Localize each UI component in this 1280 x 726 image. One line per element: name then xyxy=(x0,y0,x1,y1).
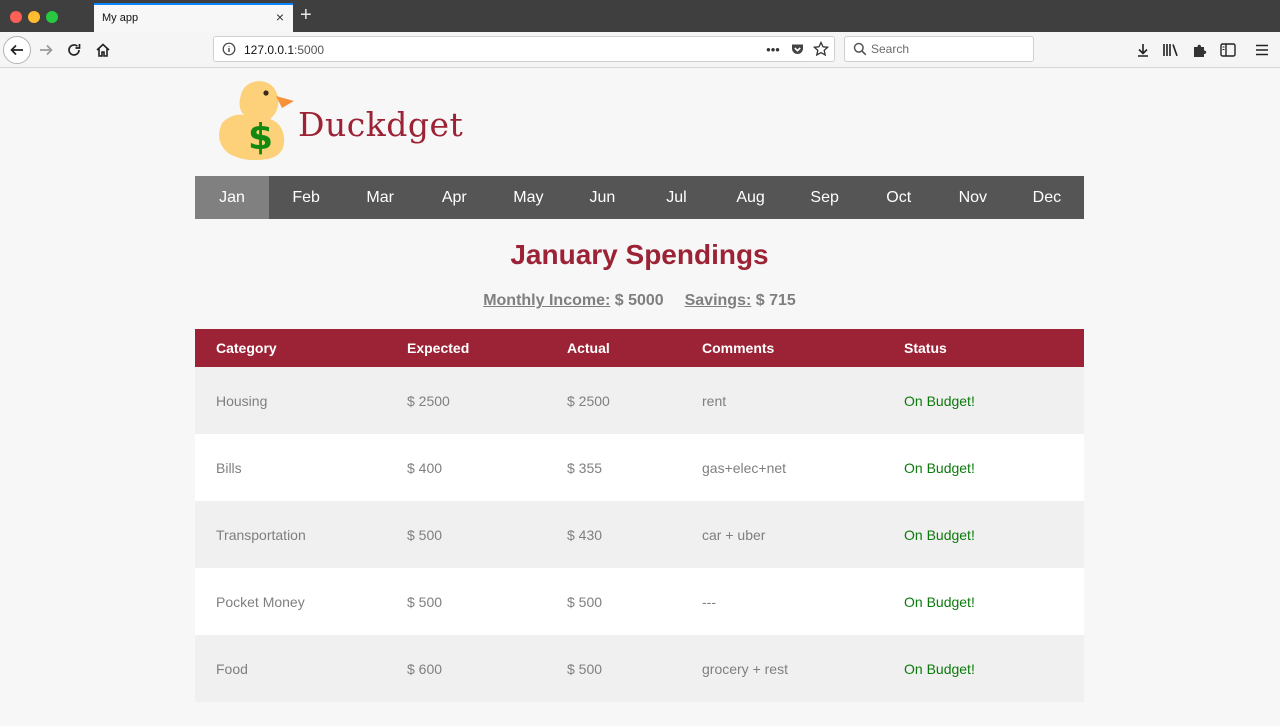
monthly-income-link[interactable]: Monthly Income: xyxy=(483,292,610,309)
expected-cell: $ 400 xyxy=(407,459,443,476)
month-tab-sep[interactable]: Sep xyxy=(788,176,862,219)
table-row: Food $ 600 $ 500 grocery + rest On Budget! xyxy=(195,635,1084,702)
extensions-button[interactable] xyxy=(1189,39,1211,61)
actual-cell: $ 355 xyxy=(567,459,603,476)
savings-value: $ 715 xyxy=(755,292,796,309)
url-port: :5000 xyxy=(294,43,325,57)
address-bar[interactable]: 127.0.0.1:5000 ••• xyxy=(213,36,835,62)
page-title: January Spendings xyxy=(510,239,769,270)
library-icon xyxy=(1163,44,1178,57)
spendings-table: Category Expected Actual Comments Status… xyxy=(195,329,1084,702)
hamburger-menu-icon xyxy=(1256,44,1268,56)
library-button[interactable] xyxy=(1160,39,1182,61)
month-tab-apr[interactable]: Apr xyxy=(417,176,491,219)
browser-titlebar: My app × + xyxy=(0,0,1280,32)
category-cell: Bills xyxy=(216,459,242,476)
savings-link[interactable]: Savings: xyxy=(685,292,752,309)
expected-cell: $ 2500 xyxy=(407,392,450,409)
status-cell: On Budget! xyxy=(904,593,975,610)
comments-cell: rent xyxy=(702,392,727,409)
month-tab-jun[interactable]: Jun xyxy=(565,176,639,219)
home-button[interactable] xyxy=(89,36,117,64)
month-tab-mar[interactable]: Mar xyxy=(343,176,417,219)
category-cell: Transportation xyxy=(216,526,306,543)
reload-icon xyxy=(68,44,81,56)
table-body: Housing $ 2500 $ 2500 rent On Budget! Bills $ … xyxy=(195,367,1084,702)
search-input[interactable] xyxy=(871,39,1026,59)
table-header: Category Expected Actual Comments Status xyxy=(195,329,1084,367)
column-header-actual: Actual xyxy=(567,340,610,356)
comments-cell: gas+elec+net xyxy=(702,459,787,476)
status-cell: On Budget! xyxy=(904,526,975,543)
expected-cell: $ 600 xyxy=(407,660,443,677)
month-tab-jul[interactable]: Jul xyxy=(639,176,713,219)
minimize-window-button[interactable] xyxy=(28,11,40,23)
home-icon xyxy=(96,43,110,57)
tab-title: My app xyxy=(102,12,139,24)
new-tab-button[interactable]: + xyxy=(300,5,312,25)
menu-button[interactable] xyxy=(1251,39,1273,61)
browser-toolbar: 127.0.0.1:5000 ••• xyxy=(0,32,1280,68)
bookmark-star-icon[interactable] xyxy=(812,40,830,58)
zoom-window-button[interactable] xyxy=(46,11,58,23)
url-host: 127.0.0.1 xyxy=(244,43,295,57)
actual-cell: $ 500 xyxy=(567,660,603,677)
monthly-income-value: $ 5000 xyxy=(614,292,664,309)
month-tab-dec[interactable]: Dec xyxy=(1010,176,1084,219)
column-header-expected: Expected xyxy=(407,340,470,356)
month-tab-oct[interactable]: Oct xyxy=(862,176,936,219)
actual-cell: $ 430 xyxy=(567,526,603,543)
arrow-left-icon xyxy=(10,44,23,56)
back-button[interactable] xyxy=(3,36,31,64)
month-tabs: Jan Feb Mar Apr May Jun Jul Aug Sep Oct Nov Dec xyxy=(195,176,1084,219)
sidebar-icon xyxy=(1220,43,1236,57)
month-tab-may[interactable]: May xyxy=(491,176,565,219)
comments-cell: car + uber xyxy=(702,526,766,543)
actual-cell: $ 2500 xyxy=(567,392,610,409)
page-content: $ Duckdget Jan Feb Mar Apr May Jun Jul Aug Sep Oc… xyxy=(0,69,1280,726)
reload-button[interactable] xyxy=(60,36,88,64)
status-cell: On Budget! xyxy=(904,392,975,409)
search-bar[interactable] xyxy=(844,36,1034,62)
category-cell: Pocket Money xyxy=(216,593,305,610)
browser-tab[interactable]: My app × xyxy=(94,3,293,32)
table-row: Pocket Money $ 500 $ 500 --- On Budget! xyxy=(195,568,1084,635)
puzzle-icon xyxy=(1194,44,1207,57)
expected-cell: $ 500 xyxy=(407,593,443,610)
info-icon[interactable] xyxy=(222,42,236,56)
budget-summary: Monthly Income: $ 5000 Savings: $ 715 xyxy=(195,292,1084,310)
table-row: Bills $ 400 $ 355 gas+elec+net On Budget! xyxy=(195,434,1084,501)
month-tab-nov[interactable]: Nov xyxy=(936,176,1010,219)
table-row: Housing $ 2500 $ 2500 rent On Budget! xyxy=(195,367,1084,434)
month-tab-feb[interactable]: Feb xyxy=(269,176,343,219)
actual-cell: $ 500 xyxy=(567,593,603,610)
month-tab-jan[interactable]: Jan xyxy=(195,176,270,219)
arrow-right-icon xyxy=(40,44,53,56)
duck-logo: $ xyxy=(219,81,294,161)
status-cell: On Budget! xyxy=(904,459,975,476)
downloads-button[interactable] xyxy=(1132,39,1154,61)
sidebar-button[interactable] xyxy=(1217,39,1239,61)
dollar-sign-text: $ xyxy=(248,117,273,158)
pocket-icon[interactable] xyxy=(788,40,806,58)
download-icon xyxy=(1138,44,1148,57)
category-cell: Food xyxy=(216,660,248,677)
column-header-status: Status xyxy=(904,340,947,356)
category-cell: Housing xyxy=(216,392,268,409)
column-header-category: Category xyxy=(216,340,277,356)
brand-name[interactable]: Duckdget xyxy=(298,105,463,144)
comments-cell: grocery + rest xyxy=(702,660,788,677)
expected-cell: $ 500 xyxy=(407,526,443,543)
url-text[interactable]: 127.0.0.1:5000 xyxy=(244,43,324,57)
comments-cell: --- xyxy=(702,593,716,610)
page-actions-icon[interactable]: ••• xyxy=(764,40,782,58)
forward-button[interactable] xyxy=(32,36,60,64)
month-tab-aug[interactable]: Aug xyxy=(714,176,788,219)
close-window-button[interactable] xyxy=(10,11,22,23)
search-icon xyxy=(853,42,867,56)
status-cell: On Budget! xyxy=(904,660,975,677)
tab-close-icon[interactable]: × xyxy=(276,9,284,25)
column-header-comments: Comments xyxy=(702,340,775,356)
table-row: Transportation $ 500 $ 430 car + uber On Bud… xyxy=(195,501,1084,568)
